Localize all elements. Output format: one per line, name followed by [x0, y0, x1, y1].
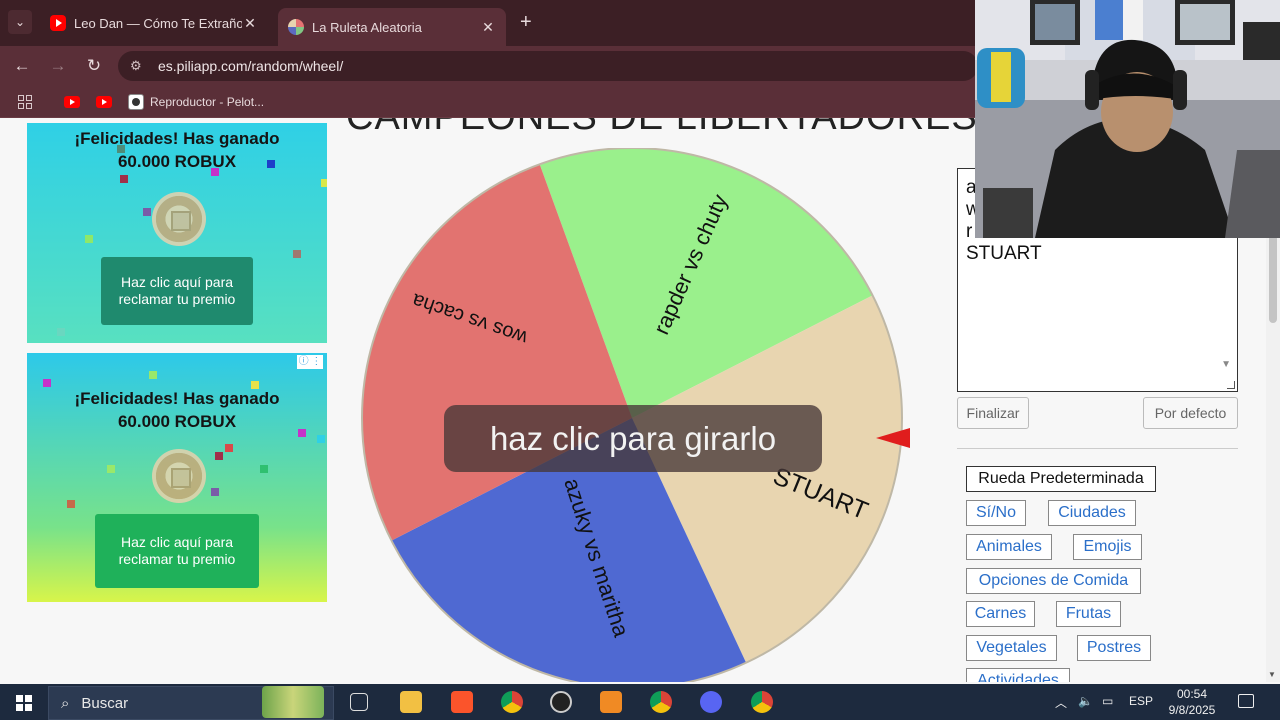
ad-claim-button[interactable]: Haz clic aquí para reclamar tu premio	[101, 257, 253, 325]
confetti	[225, 444, 233, 452]
ad-title: ¡Felicidades! Has ganado	[74, 389, 280, 408]
confetti	[57, 328, 65, 336]
chrome-icon[interactable]	[650, 691, 672, 713]
confetti	[260, 465, 268, 473]
resize-handle[interactable]	[1227, 381, 1235, 389]
ad-banner[interactable]: ⓘ ⋮ ¡Felicidades! Has ganado 60.000 ROBU…	[27, 353, 327, 602]
preset-default-wheel[interactable]: Rueda Predeterminada	[966, 466, 1156, 492]
bookmark-label[interactable]: Reproductor - Pelot...	[150, 95, 264, 109]
notifications-icon[interactable]	[1238, 694, 1254, 708]
tab-youtube[interactable]: Leo Dan — Cómo Te Extraño M ✕	[40, 8, 268, 38]
url-text: es.piliapp.com/random/wheel/	[158, 58, 344, 74]
fl-studio-icon[interactable]	[600, 691, 622, 713]
option-line: STUART	[966, 243, 1042, 264]
spin-button[interactable]: haz clic para girarlo	[444, 405, 822, 472]
apps-icon[interactable]	[18, 95, 32, 109]
tab-wheel[interactable]: La Ruleta Aleatoria ✕	[278, 8, 506, 46]
clock-time: 00:54	[1176, 687, 1208, 701]
back-button[interactable]: ←	[10, 54, 34, 78]
wheel-title: CAMPEONES DE LIBERTADORES	[346, 118, 978, 139]
confetti	[149, 371, 157, 379]
obs-icon[interactable]	[550, 691, 572, 713]
ad-title: ¡Felicidades! Has ganado	[74, 129, 280, 148]
robux-icon	[152, 192, 206, 246]
taskbar: ⌕ Buscar ︿ 🔈 ▭ ESP 00:54 9/8/2025	[0, 684, 1280, 720]
clock-date: 9/8/2025	[1168, 703, 1216, 717]
soccer-ball-icon[interactable]	[128, 94, 144, 110]
preset-meats[interactable]: Carnes	[966, 601, 1035, 627]
new-tab-button[interactable]: +	[520, 12, 532, 32]
tab-title: La Ruleta Aleatoria	[312, 19, 422, 35]
preset-vegetables[interactable]: Vegetales	[966, 635, 1057, 661]
search-icon: ⌕	[61, 694, 70, 712]
youtube-bookmark-icon[interactable]	[64, 96, 80, 108]
wheel-icon	[288, 19, 304, 35]
preset-activities[interactable]: Actividades	[966, 668, 1070, 682]
address-bar[interactable]: ⚙ es.piliapp.com/random/wheel/	[118, 51, 978, 81]
chevron-down-icon[interactable]: ▼	[1221, 359, 1231, 370]
webcam-overlay	[975, 0, 1280, 238]
ad-choices-icon[interactable]: ⓘ ⋮	[297, 355, 323, 369]
confetti	[215, 452, 223, 460]
finish-button[interactable]: Finalizar	[957, 397, 1029, 429]
close-icon[interactable]: ✕	[242, 15, 258, 32]
ad-subtitle: 60.000 ROBUX	[117, 412, 237, 431]
confetti	[43, 379, 51, 387]
webcam-image	[975, 0, 1280, 238]
confetti	[120, 175, 128, 183]
file-explorer-icon[interactable]	[400, 691, 422, 713]
confetti	[317, 435, 325, 443]
confetti	[321, 179, 327, 187]
confetti	[211, 488, 219, 496]
preset-food[interactable]: Opciones de Comida	[966, 568, 1141, 594]
ad-banner[interactable]: ¡Felicidades! Has ganado 60.000 ROBUX Ha…	[27, 123, 327, 343]
preset-fruits[interactable]: Frutas	[1056, 601, 1121, 627]
reload-button[interactable]: ↻	[82, 54, 106, 78]
chrome-icon[interactable]	[501, 691, 523, 713]
ad-claim-button[interactable]: Haz clic aquí para reclamar tu premio	[95, 514, 259, 588]
chevron-up-icon[interactable]: ︿	[1055, 694, 1067, 711]
confetti	[107, 465, 115, 473]
preset-yes-no[interactable]: Sí/No	[966, 500, 1026, 526]
tab-search-button[interactable]: ⌄	[8, 10, 32, 34]
preset-cities[interactable]: Ciudades	[1048, 500, 1136, 526]
preset-desserts[interactable]: Postres	[1077, 635, 1151, 661]
search-placeholder: Buscar	[81, 694, 129, 712]
preset-animals[interactable]: Animales	[966, 534, 1052, 560]
youtube-bookmark-icon[interactable]	[96, 96, 112, 108]
close-icon[interactable]: ✕	[480, 19, 496, 36]
search-highlight-icon[interactable]	[262, 686, 324, 718]
site-settings-icon[interactable]: ⚙	[130, 58, 148, 74]
confetti	[85, 235, 93, 243]
ad-subtitle: 60.000 ROBUX	[117, 152, 237, 171]
robux-icon	[152, 449, 206, 503]
confetti	[143, 208, 151, 216]
youtube-icon	[50, 15, 66, 31]
clock[interactable]: 00:54 9/8/2025	[1160, 686, 1224, 718]
speaker-icon[interactable]: 🔈	[1078, 694, 1093, 708]
forward-button[interactable]: →	[46, 54, 70, 78]
language-indicator[interactable]: ESP	[1129, 694, 1153, 708]
task-view-icon[interactable]	[350, 693, 368, 711]
confetti	[293, 250, 301, 258]
brave-browser-icon[interactable]	[451, 691, 473, 713]
scroll-down-arrow[interactable]: ▼	[1268, 670, 1276, 679]
divider	[957, 448, 1238, 449]
windows-start-icon[interactable]	[16, 695, 32, 711]
preset-emojis[interactable]: Emojis	[1073, 534, 1142, 560]
default-button[interactable]: Por defecto	[1143, 397, 1238, 429]
confetti	[67, 500, 75, 508]
chrome-icon[interactable]	[751, 691, 773, 713]
discord-icon[interactable]	[700, 691, 722, 713]
network-icon[interactable]: ▭	[1102, 694, 1113, 708]
tab-title: Leo Dan — Cómo Te Extraño M	[74, 15, 242, 31]
